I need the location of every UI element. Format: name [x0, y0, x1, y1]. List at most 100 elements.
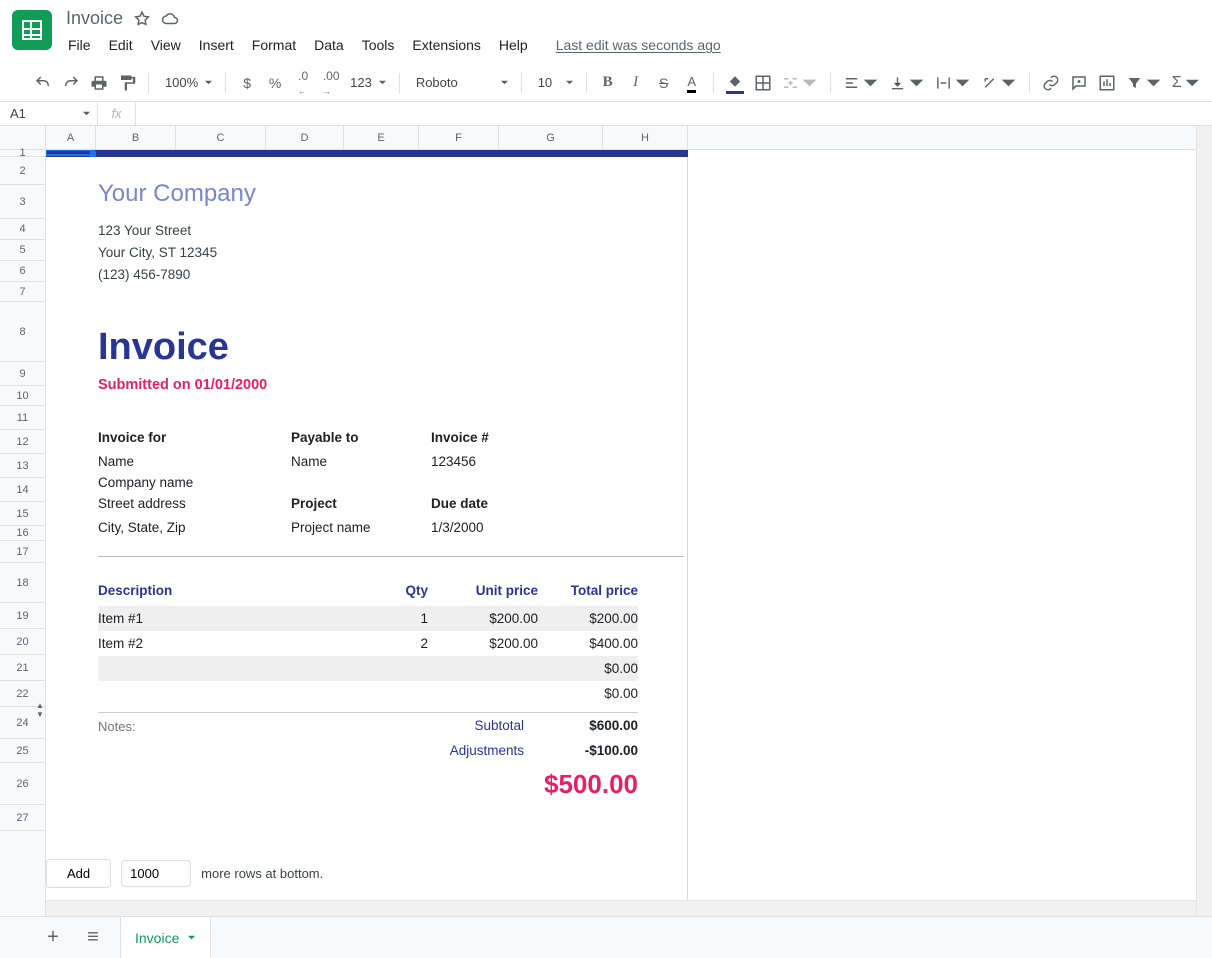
line-item[interactable]: $0.00 — [98, 681, 638, 706]
last-edit-link[interactable]: Last edit was seconds ago — [548, 33, 729, 57]
menu-edit[interactable]: Edit — [101, 33, 141, 57]
zoom-combo[interactable]: 100% — [157, 70, 217, 96]
horizontal-scrollbar[interactable] — [46, 900, 1196, 916]
menu-insert[interactable]: Insert — [191, 33, 242, 57]
row-header-14[interactable]: 14 — [0, 478, 45, 502]
cloud-saved-icon[interactable] — [161, 10, 179, 28]
row-header-21[interactable]: 21 — [0, 655, 45, 681]
col-header-F[interactable]: F — [419, 126, 499, 149]
label-invoice-num[interactable]: Invoice # — [431, 427, 581, 451]
borders-button[interactable] — [750, 70, 776, 96]
row-header-4[interactable]: 4 — [0, 219, 45, 240]
col-unit[interactable]: Unit price — [428, 583, 538, 598]
link-button[interactable] — [1038, 70, 1064, 96]
line-item[interactable]: $0.00 — [98, 656, 638, 681]
company-phone[interactable]: (123) 456-7890 — [98, 264, 684, 286]
menu-data[interactable]: Data — [306, 33, 352, 57]
undo-button[interactable] — [30, 70, 56, 96]
due-date[interactable]: 1/3/2000 — [431, 517, 581, 538]
functions-button[interactable]: Σ — [1168, 70, 1204, 96]
row-header-15[interactable]: 15 — [0, 502, 45, 526]
for-csz[interactable]: City, State, Zip — [98, 517, 291, 538]
payable-name[interactable]: Name — [291, 451, 431, 472]
col-header-D[interactable]: D — [266, 126, 344, 149]
add-rows-button[interactable]: Add — [46, 859, 111, 888]
all-sheets-button[interactable]: ≡ — [80, 926, 106, 949]
notes-label[interactable]: Notes: — [98, 713, 298, 763]
adjustments-label[interactable]: Adjustments — [298, 743, 538, 758]
row-header-12[interactable]: 12 — [0, 430, 45, 454]
percent-button[interactable]: % — [262, 70, 288, 96]
grand-total[interactable]: $500.00 — [98, 769, 638, 800]
menu-extensions[interactable]: Extensions — [404, 33, 488, 57]
filter-button[interactable] — [1122, 70, 1166, 96]
italic-button[interactable]: I — [623, 70, 649, 96]
more-formats-combo[interactable]: 123 — [346, 70, 391, 96]
add-sheet-button[interactable]: + — [40, 926, 66, 949]
col-header-A[interactable]: A — [46, 126, 96, 149]
for-street[interactable]: Street address — [98, 493, 291, 517]
menu-tools[interactable]: Tools — [354, 33, 403, 57]
chart-button[interactable] — [1094, 70, 1120, 96]
adjustments-value[interactable]: -$100.00 — [538, 743, 638, 758]
row-expand-icon[interactable]: ▲▼ — [34, 701, 46, 719]
rotate-button[interactable] — [977, 70, 1021, 96]
col-qty[interactable]: Qty — [358, 583, 428, 598]
row-header-18[interactable]: 18 — [0, 563, 45, 603]
row-header-25[interactable]: 25 — [0, 739, 45, 763]
label-invoice-for[interactable]: Invoice for — [98, 427, 291, 451]
formula-bar[interactable] — [136, 102, 1212, 125]
canvas[interactable]: Your Company 123 Your Street Your City, … — [46, 150, 1212, 958]
row-header-10[interactable]: 10 — [0, 386, 45, 406]
project-name[interactable]: Project name — [291, 517, 431, 538]
row-header-19[interactable]: 19 — [0, 603, 45, 629]
submitted-date[interactable]: Submitted on 01/01/2000 — [98, 377, 684, 393]
invoice-number[interactable]: 123456 — [431, 451, 581, 472]
text-color-button[interactable]: A — [679, 70, 705, 96]
row-headers[interactable]: 12345678910111213141516171819202122▲▼242… — [0, 126, 46, 958]
name-box[interactable]: A1 — [0, 102, 98, 125]
row-header-5[interactable]: 5 — [0, 240, 45, 261]
menu-help[interactable]: Help — [491, 33, 536, 57]
line-item[interactable]: Item #11$200.00$200.00 — [98, 606, 638, 631]
sheets-logo-icon[interactable] — [12, 10, 52, 50]
company-citystate[interactable]: Your City, ST 12345 — [98, 242, 684, 264]
line-item[interactable]: Item #22$200.00$400.00 — [98, 631, 638, 656]
dec-decrease-button[interactable]: .0← — [290, 70, 316, 96]
doc-title[interactable]: Invoice — [66, 8, 123, 29]
add-rows-input[interactable] — [121, 860, 191, 887]
menu-view[interactable]: View — [143, 33, 189, 57]
row-header-1[interactable]: 1 — [0, 150, 45, 157]
strike-button[interactable]: S — [651, 70, 677, 96]
menu-file[interactable]: File — [60, 33, 99, 57]
merge-button[interactable] — [778, 70, 822, 96]
bold-button[interactable]: B — [595, 70, 621, 96]
dec-increase-button[interactable]: .00→ — [318, 70, 344, 96]
col-header-B[interactable]: B — [96, 126, 176, 149]
sheet-tab[interactable]: Invoice — [120, 916, 211, 958]
fill-color-button[interactable] — [722, 70, 748, 96]
sheet-tab-menu-icon[interactable] — [187, 933, 196, 942]
valign-button[interactable] — [885, 70, 929, 96]
halign-button[interactable] — [839, 70, 883, 96]
row-header-8[interactable]: 8 — [0, 302, 45, 362]
row-header-2[interactable]: 2 — [0, 157, 45, 185]
row-header-6[interactable]: 6 — [0, 261, 45, 282]
col-header-C[interactable]: C — [176, 126, 266, 149]
row-header-16[interactable]: 16 — [0, 526, 45, 541]
label-payable-to[interactable]: Payable to — [291, 427, 431, 451]
subtotal-label[interactable]: Subtotal — [298, 718, 538, 733]
label-due[interactable]: Due date — [431, 493, 581, 517]
col-header-G[interactable]: G — [499, 126, 603, 149]
company-name[interactable]: Your Company — [98, 180, 684, 208]
subtotal-value[interactable]: $600.00 — [538, 718, 638, 733]
star-icon[interactable] — [133, 10, 151, 28]
wrap-button[interactable] — [931, 70, 975, 96]
company-street[interactable]: 123 Your Street — [98, 220, 684, 242]
row-header-17[interactable]: 17 — [0, 541, 45, 563]
paint-format-button[interactable] — [114, 70, 140, 96]
column-headers[interactable]: ABCDEFGH — [46, 126, 1212, 150]
for-company[interactable]: Company name — [98, 472, 291, 493]
label-project[interactable]: Project — [291, 493, 431, 517]
redo-button[interactable] — [58, 70, 84, 96]
